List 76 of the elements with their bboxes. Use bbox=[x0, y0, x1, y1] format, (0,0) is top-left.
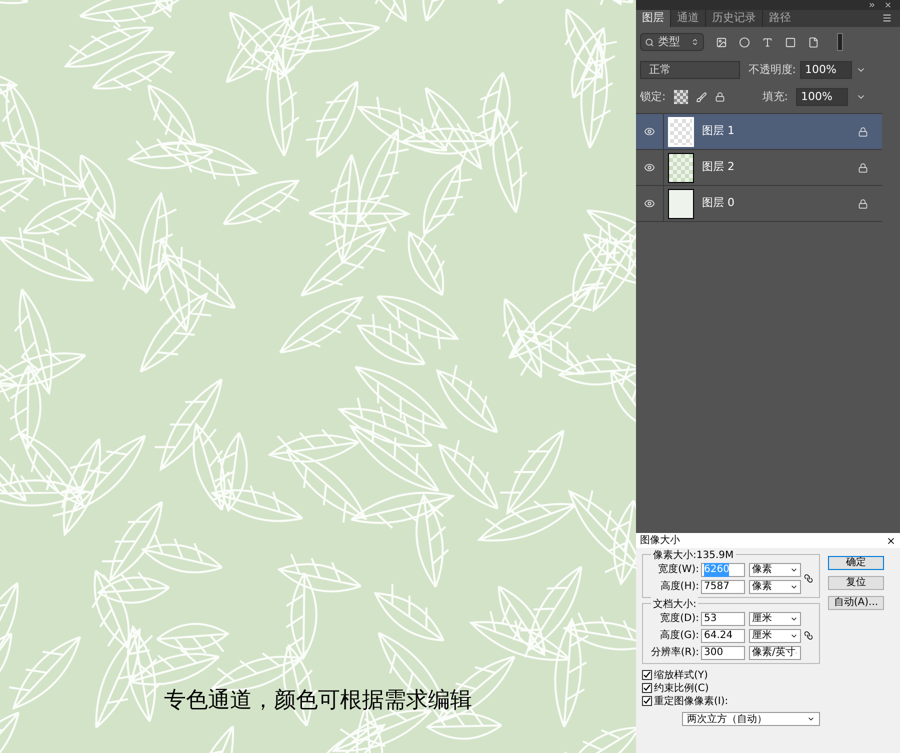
checkbox-option[interactable]: 缩放样式(Y) bbox=[642, 669, 820, 681]
visibility-eye-icon[interactable] bbox=[644, 126, 655, 137]
panel-tab[interactable]: 历史记录 bbox=[705, 10, 762, 27]
field-label: 宽度(D): bbox=[659, 612, 699, 626]
filter-select[interactable]: 类型 bbox=[640, 33, 704, 51]
field-label: 宽度(W): bbox=[656, 562, 699, 577]
group-title: 像素大小:135.9M bbox=[651, 548, 736, 563]
dialog-title: 图像大小 bbox=[640, 534, 680, 548]
unit-select[interactable]: 厘米 bbox=[749, 628, 801, 642]
chain-link-icon[interactable] bbox=[804, 631, 813, 640]
panel-tab[interactable]: 图层 bbox=[636, 10, 670, 27]
unit-select[interactable]: 像素 bbox=[749, 562, 801, 576]
layer-name: 图层 2 bbox=[702, 159, 734, 176]
value-field[interactable]: 7587 bbox=[701, 580, 745, 594]
blend-mode-select[interactable]: 正常 bbox=[640, 61, 740, 79]
dialog-button[interactable]: 复位 bbox=[828, 576, 884, 590]
fill-label: 填充: bbox=[762, 88, 788, 105]
checkbox-option[interactable]: 约束比例(C) bbox=[642, 682, 820, 694]
checkbox[interactable] bbox=[642, 683, 652, 693]
search-icon bbox=[645, 38, 654, 46]
field-label: 分辨率(R): bbox=[650, 646, 699, 660]
layer-row[interactable]: 图层 2 bbox=[636, 150, 882, 186]
unit-select[interactable]: 像素/英寸 bbox=[749, 646, 801, 660]
unit-select[interactable]: 像素 bbox=[749, 580, 801, 594]
panel-tab[interactable]: 路径 bbox=[762, 10, 797, 27]
field-value: 53 bbox=[704, 612, 717, 626]
dialog-button[interactable]: 自动(A)... bbox=[828, 596, 884, 610]
value-field[interactable]: 300 bbox=[701, 646, 745, 660]
filter-toggle[interactable] bbox=[837, 33, 843, 51]
checkbox-option[interactable]: 重定图像像素(I): bbox=[642, 695, 820, 707]
value-field[interactable]: 53 bbox=[701, 612, 745, 626]
field-value: 300 bbox=[704, 646, 724, 660]
close-icon[interactable] bbox=[886, 536, 896, 546]
layer-thumbnail bbox=[668, 116, 694, 146]
circle-filter-icon[interactable] bbox=[739, 36, 750, 48]
brush-icon[interactable] bbox=[696, 92, 707, 102]
layer-thumbnail bbox=[668, 188, 694, 218]
dialog-button[interactable]: 确定 bbox=[828, 556, 884, 570]
opacity-field[interactable]: 100% bbox=[800, 61, 852, 79]
field-label: 高度(G): bbox=[659, 628, 699, 643]
type-filter-icon[interactable] bbox=[762, 36, 773, 48]
panel-tab[interactable]: 通道 bbox=[670, 10, 705, 27]
opacity-label: 不透明度: bbox=[748, 62, 796, 78]
stepper-icon bbox=[691, 38, 699, 46]
value-field[interactable]: 64.24 bbox=[701, 628, 745, 642]
visibility-eye-icon[interactable] bbox=[644, 198, 655, 209]
unit-select[interactable]: 厘米 bbox=[749, 612, 801, 626]
lock-icon bbox=[858, 162, 868, 172]
collapse-icon[interactable] bbox=[868, 1, 876, 9]
layer-thumbnail bbox=[668, 152, 694, 182]
lock-label: 锁定: bbox=[640, 88, 666, 105]
checkbox[interactable] bbox=[642, 670, 652, 680]
dropdown-icon bbox=[807, 715, 815, 723]
chain-link-icon[interactable] bbox=[804, 574, 813, 582]
layer-row[interactable]: 图层 0 bbox=[636, 186, 882, 222]
field-value: 6260 bbox=[704, 562, 730, 577]
lock-transparency-icon[interactable] bbox=[674, 90, 688, 104]
field-value: 7587 bbox=[704, 580, 730, 594]
resample-select[interactable]: 两次立方（自动） bbox=[682, 712, 820, 726]
lock-icon bbox=[858, 126, 868, 136]
shape-filter-icon[interactable] bbox=[785, 36, 796, 48]
smart-object-filter-icon[interactable] bbox=[808, 36, 819, 48]
panel-menu-icon[interactable] bbox=[882, 13, 892, 23]
lock-icon bbox=[858, 198, 868, 208]
image-filter-icon[interactable] bbox=[716, 36, 727, 48]
field-label: 高度(H): bbox=[659, 580, 699, 594]
layer-row[interactable]: 图层 1 bbox=[636, 114, 882, 150]
layer-name: 图层 0 bbox=[702, 195, 734, 212]
lock-icon[interactable] bbox=[714, 92, 725, 102]
close-icon[interactable] bbox=[884, 1, 892, 9]
field-value: 64.24 bbox=[704, 629, 733, 643]
caption-text: 专色通道，颜色可根据需求编辑 bbox=[164, 687, 472, 715]
visibility-eye-icon[interactable] bbox=[644, 162, 655, 173]
checkbox[interactable] bbox=[642, 696, 652, 706]
fill-field[interactable]: 100% bbox=[796, 88, 848, 106]
layer-name: 图层 1 bbox=[702, 123, 734, 140]
